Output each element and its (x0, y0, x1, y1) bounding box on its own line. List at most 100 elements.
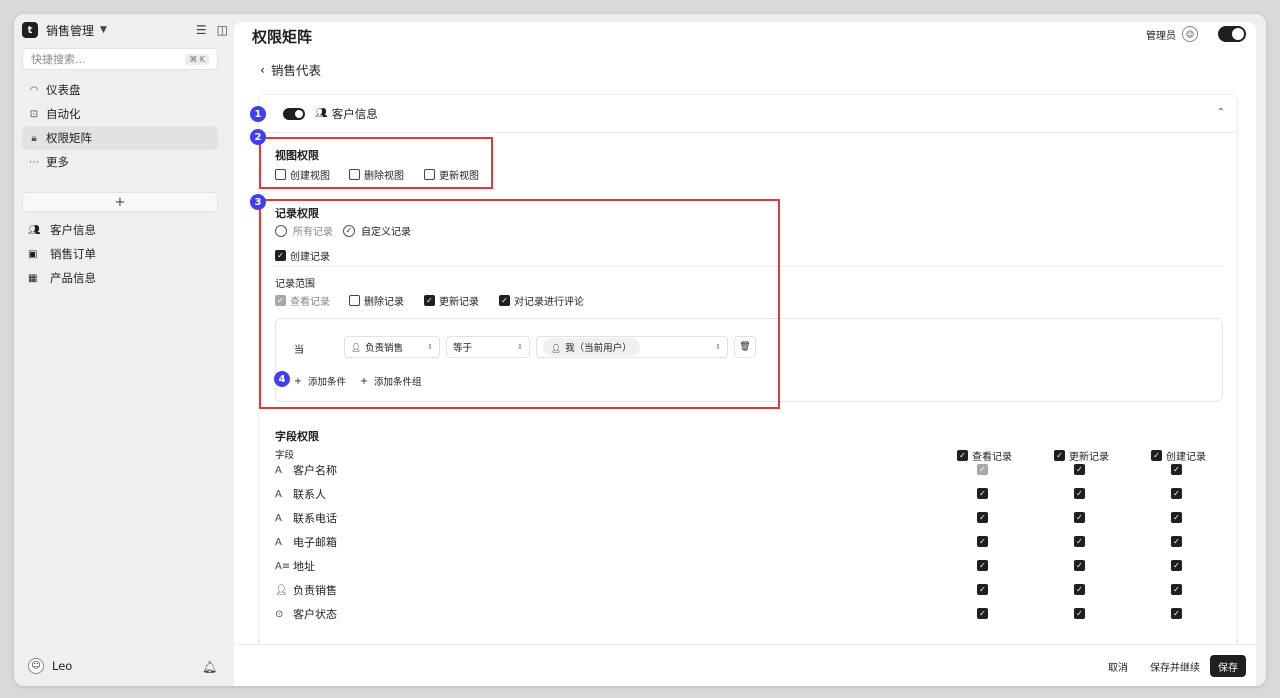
search-shortcut: ⌘ K (185, 53, 209, 65)
back-label: 销售代表 (271, 63, 322, 78)
step-badge-2: 2 (250, 129, 266, 145)
sidebar-item-label: 自动化 (46, 107, 81, 121)
field-name: 电子邮箱 (293, 536, 337, 549)
sidebar-table-products[interactable]: ▦ 产品信息 (22, 266, 218, 290)
robot-icon: ⊡ (29, 108, 39, 120)
status-icon: ⊙ (275, 608, 284, 620)
checkbox-create[interactable]: ✓ (1171, 536, 1182, 547)
sidebar-table-label: 客户信息 (50, 223, 96, 237)
more-icon: ⋯ (29, 156, 39, 168)
highlight-record-perm (259, 199, 780, 409)
table-list: 👥︎ 客户信息 ▣ 销售订单 ▦ 产品信息 (22, 218, 218, 290)
card-enable-toggle[interactable] (283, 107, 305, 120)
card-header: 👥︎ 客户信息 ⌃ (259, 95, 1237, 133)
sidebar-table-customers[interactable]: 👥︎ 客户信息 (22, 218, 218, 242)
package-icon: ▣ (28, 248, 38, 260)
box-icon: ▦ (28, 272, 38, 284)
sidebar-item-more[interactable]: ⋯ 更多 (22, 150, 218, 174)
sidebar-item-label: 更多 (46, 155, 69, 169)
search-input[interactable]: 快捷搜索... ⌘ K (22, 48, 218, 70)
sidebar-item-label: 仪表盘 (46, 83, 81, 97)
checkbox-update[interactable]: ✓ (1074, 584, 1085, 595)
header-toggle[interactable] (1218, 26, 1246, 42)
field-name: 联系人 (293, 488, 326, 501)
checkbox-view[interactable]: ✓ (977, 536, 988, 547)
app-window: t 销售管理 ▼ ☰ ◫ 快捷搜索... ⌘ K ◠ 仪表盘 ⊡ 自动化 🔒︎ (14, 14, 1266, 686)
step-badge-4: 4 (274, 371, 290, 387)
checkbox-view[interactable]: ✓ (977, 464, 988, 475)
sidebar-item-dashboard[interactable]: ◠ 仪表盘 (22, 78, 218, 102)
card-title: 客户信息 (331, 106, 378, 121)
sidebar-item-automation[interactable]: ⊡ 自动化 (22, 102, 218, 126)
sidebar-item-permission-matrix[interactable]: 🔒︎ 权限矩阵 (22, 126, 218, 150)
table-row: ⊙ 客户状态 ✓ ✓ ✓ (275, 603, 1215, 625)
table-row: A≡ 地址 ✓ ✓ ✓ (275, 555, 1215, 577)
sidebar-table-label: 销售订单 (50, 247, 96, 261)
sidebar-header: t 销售管理 ▼ ☰ ◫ (22, 18, 228, 42)
user-profile[interactable]: ☺ Leo (28, 658, 72, 674)
permission-card: 👥︎ 客户信息 ⌃ 视图权限 创建视图 删除视图 更新视图 记录权限 所有记录 … (258, 94, 1238, 686)
lock-icon: 🔒︎ (31, 132, 37, 144)
checkbox-update[interactable]: ✓ (1074, 536, 1085, 547)
long-text-icon: A≡ (275, 560, 291, 572)
menu-icon[interactable]: ☰ (196, 23, 207, 37)
field-perm-title: 字段权限 (275, 430, 319, 443)
save-continue-button[interactable]: 保存并继续 (1142, 655, 1208, 677)
checkbox-update[interactable]: ✓ (1074, 560, 1085, 571)
sidebar-item-label: 权限矩阵 (46, 131, 92, 145)
sidebar-nav: ◠ 仪表盘 ⊡ 自动化 🔒︎ 权限矩阵 ⋯ 更多 (22, 78, 218, 174)
back-link[interactable]: ‹ 销售代表 (260, 60, 321, 79)
checkbox-create[interactable]: ✓ (1171, 512, 1182, 523)
people-icon: 👥︎ (315, 108, 328, 119)
checkbox-create[interactable]: ✓ (1171, 488, 1182, 499)
avatar: ☺ (28, 658, 44, 674)
field-name: 地址 (293, 560, 315, 573)
checkbox-create[interactable]: ✓ (1171, 464, 1182, 475)
sidebar-table-orders[interactable]: ▣ 销售订单 (22, 242, 218, 266)
app-name[interactable]: 销售管理 (46, 22, 94, 39)
checkbox-view[interactable]: ✓ (977, 488, 988, 499)
people-icon: 👥︎ (28, 224, 41, 236)
highlight-view-perm (259, 137, 493, 189)
checkbox-create[interactable]: ✓ (1171, 560, 1182, 571)
table-row: A 电子邮箱 ✓ ✓ ✓ (275, 531, 1215, 553)
header-actions: 管理员 ☺ (1146, 26, 1246, 42)
user-name: Leo (52, 659, 73, 673)
checkbox-view[interactable]: ✓ (977, 512, 988, 523)
avatar[interactable]: ☺ (1182, 26, 1198, 42)
table-row: 👤︎ 负责销售 ✓ ✓ ✓ (275, 579, 1215, 601)
text-icon: A (275, 464, 282, 476)
cancel-button[interactable]: 取消 (1100, 655, 1136, 677)
checkbox-view[interactable]: ✓ (977, 560, 988, 571)
save-button[interactable]: 保存 (1210, 655, 1246, 677)
sidebar-toggle-icon[interactable]: ◫ (217, 23, 228, 37)
add-table-button[interactable]: + (22, 192, 218, 212)
checkbox-update[interactable]: ✓ (1074, 608, 1085, 619)
role-label: 管理员 (1146, 30, 1176, 42)
text-icon: A (275, 536, 282, 548)
chevron-down-icon[interactable]: ▼ (100, 25, 107, 35)
plus-icon: + (114, 194, 126, 210)
checkbox-create[interactable]: ✓ (1171, 608, 1182, 619)
checkbox-update[interactable]: ✓ (1074, 464, 1085, 475)
text-icon: A (275, 488, 282, 500)
text-icon: A (275, 512, 282, 524)
chevron-up-icon[interactable]: ⌃ (1217, 107, 1225, 118)
gauge-icon: ◠ (29, 84, 39, 96)
field-name: 联系电话 (293, 512, 337, 525)
checkbox-create[interactable]: ✓ (1171, 584, 1182, 595)
main-panel: 权限矩阵 管理员 ☺ ‹ 销售代表 👥︎ 客户信息 ⌃ 视图权限 创建视图 删除… (234, 22, 1256, 686)
checkbox-view[interactable]: ✓ (977, 584, 988, 595)
bell-icon[interactable]: 🔔︎ (202, 660, 217, 674)
page-title: 权限矩阵 (252, 28, 313, 46)
checkbox-update[interactable]: ✓ (1074, 512, 1085, 523)
step-badge-3: 3 (250, 194, 266, 210)
checkbox-view[interactable]: ✓ (977, 608, 988, 619)
step-badge-1: 1 (250, 106, 266, 122)
field-name: 负责销售 (293, 584, 337, 597)
checkbox-update[interactable]: ✓ (1074, 488, 1085, 499)
search-placeholder: 快捷搜索... (31, 53, 86, 66)
sidebar: t 销售管理 ▼ ☰ ◫ 快捷搜索... ⌘ K ◠ 仪表盘 ⊡ 自动化 🔒︎ (14, 14, 232, 686)
field-name: 客户名称 (293, 464, 337, 477)
footer-bar: 取消 保存并继续 保存 (234, 644, 1256, 686)
